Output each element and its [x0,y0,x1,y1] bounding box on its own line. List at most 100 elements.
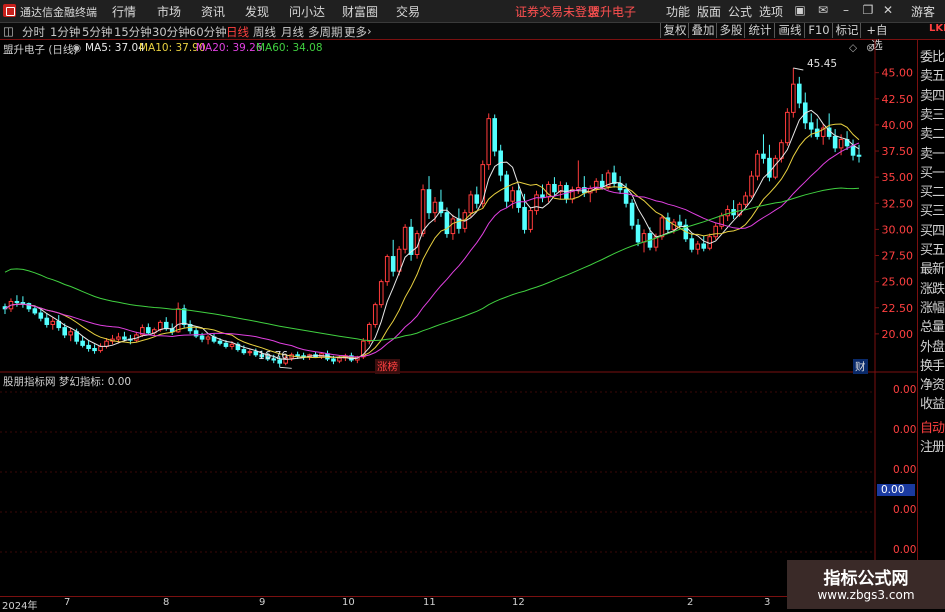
date-label: 3 [764,597,771,608]
period-fenshi[interactable]: 分时 [22,24,45,40]
ma-lines [4,67,860,369]
menu-gongneng[interactable]: 功能 [666,3,690,20]
price-tick-label: 37.50 [882,145,914,158]
price-tick-label: 40.00 [882,119,914,132]
menu-banmian[interactable]: 版面 [697,3,721,20]
btn-fuquan[interactable]: 复权 [660,23,689,38]
candle-body [50,320,56,325]
candle-body [175,308,181,333]
menu-jiaoyi[interactable]: 交易 [396,3,420,20]
btn-f10[interactable]: F10 [804,23,833,38]
period-weekly[interactable]: 周线 [253,24,276,40]
menu-hangqing[interactable]: 行情 [112,3,136,20]
period-multi[interactable]: 多周期 [308,24,343,40]
date-label: 9 [259,597,266,608]
candle-body [450,218,456,235]
btn-duogu[interactable]: 多股 [716,23,745,38]
candle-body [295,354,300,357]
side-panel-8: 买三 [920,204,945,220]
btn-huaxian[interactable]: 画线 [774,23,805,38]
price-tick-label: 42.50 [882,93,914,106]
candle-body [767,157,772,178]
period-60min[interactable]: 60分钟 [189,24,227,40]
zhangting-badge[interactable]: 涨榜 [375,359,400,374]
period-30min[interactable]: 30分钟 [152,24,190,40]
btn-tongji[interactable]: 统计 [744,23,775,38]
price-tick-label: 20.00 [882,328,914,341]
period-monthly[interactable]: 月线 [281,24,304,40]
candle-body [629,202,635,226]
sub-current-value: 0.00 [877,484,915,496]
more-chevron-icon[interactable]: › [367,24,372,38]
candle-body [749,175,754,197]
btn-diejia[interactable]: 叠加 [688,23,717,38]
candle-body [713,225,718,238]
skin-icon[interactable]: ▣ [792,2,808,18]
side-panel-12: 涨跌 [920,281,945,297]
price-tick-label: 45.00 [882,67,914,80]
kr-label: LKR [929,23,945,34]
kline-chart[interactable]: 45.00 42.50 40.00 37.50 35.00 32.50 30.00 27.50… [0,40,917,596]
sub-axis-label: 0.00 [893,424,917,436]
sub-axis-label: 0.00 [893,544,917,556]
period-15min[interactable]: 15分钟 [114,24,152,40]
candle-body [785,111,790,144]
menu-zixun[interactable]: 资讯 [201,3,225,20]
watermark: 指标公式网 www.zbgs3.com [787,560,945,609]
period-more[interactable]: 更多 [344,24,367,40]
menu-xuanxiang[interactable]: 选项 [759,3,783,20]
watermark-url: www.zbgs3.com [817,588,915,602]
chart-close-icon[interactable]: ⊗ [866,42,875,54]
candle-body [390,256,396,272]
candle-body [540,194,545,198]
sub-axis-label: 0.00 [893,464,917,476]
mail-icon[interactable]: ✉ [815,2,831,18]
menu-gongshi[interactable]: 公式 [728,3,752,20]
app-title: 通达信金融终端 [20,6,97,19]
high-price-label: 45.45 [807,58,838,70]
candle-body [635,224,641,243]
panel-toggle-icon[interactable]: ◫ [3,24,14,38]
menu-shichang[interactable]: 市场 [157,3,181,20]
period-daily[interactable]: 日线 [226,24,249,40]
period-5min[interactable]: 5分钟 [82,24,112,40]
candle-body [372,304,378,325]
user-label[interactable]: 游客 [911,3,935,20]
finance-badge[interactable]: 财 [853,359,868,374]
candle-body [438,201,444,214]
side-panel-1: 卖五 [920,69,945,85]
candle-body [92,348,97,352]
chart-tools-icon[interactable]: ◇ [849,42,857,54]
price-tick-label: 32.50 [882,197,914,210]
candle-body [725,209,730,217]
menu-wenxiaoda[interactable]: 问小达 [289,3,325,20]
minimize-icon[interactable]: – [838,2,854,18]
candle-body [695,243,701,250]
candle-body [689,238,695,250]
candle-body [32,308,38,314]
candle-body [552,183,557,193]
date-label: 7 [64,597,71,608]
menu-faxian[interactable]: 发现 [245,3,269,20]
side-panel-17: 净资 [920,378,945,394]
btn-add-watchlist[interactable]: +自选 [860,23,893,52]
side-panel-11: 最新 [920,262,945,278]
close-icon[interactable]: ✕ [880,2,896,18]
indicator-settings-icon[interactable]: ◉ [72,42,81,54]
side-panel-10: 买五 [920,243,945,258]
candle-body [432,201,438,214]
period-1min[interactable]: 1分钟 [50,24,80,40]
side-panel-19[interactable]: 自动 [920,417,945,436]
candle-body [617,182,623,191]
ma10-line [4,123,860,359]
sub-axis-label: 0.00 [893,504,917,516]
side-panel-20[interactable]: 注册 [920,436,945,455]
side-panel-6: 买一 [920,165,945,181]
candle-body [832,135,838,149]
btn-biaoji[interactable]: 标记 [832,23,861,38]
menu-caifuquan[interactable]: 财富圈 [342,3,378,20]
restore-icon[interactable]: ❐ [860,2,876,18]
login-notice[interactable]: 证券交易未登录 [515,3,599,20]
date-label: 10 [342,597,355,608]
side-panel-18: 收益 [920,397,945,413]
